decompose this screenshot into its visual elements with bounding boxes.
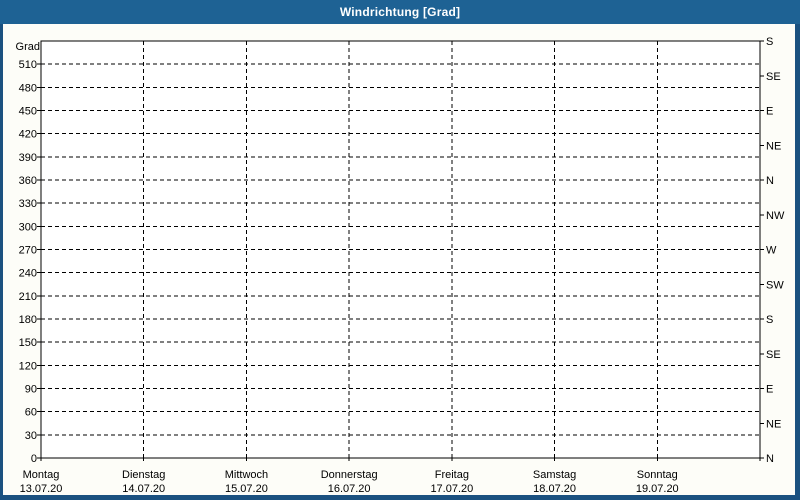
day-date-label: 18.07.20 (533, 483, 576, 495)
compass-tick-label: NW (766, 210, 785, 222)
compass-tick-label: SW (766, 279, 784, 291)
compass-tick-label: NE (766, 418, 781, 430)
y-tick-label: 120 (19, 360, 37, 372)
y-tick-label: 360 (19, 175, 37, 187)
y-tick-label: 450 (19, 106, 37, 118)
day-name-label: Dienstag (122, 469, 165, 481)
y-tick-label: 420 (19, 129, 37, 141)
y-tick-label: 390 (19, 152, 37, 164)
day-name-label: Mittwoch (225, 469, 268, 481)
day-date-label: 15.07.20 (225, 483, 268, 495)
compass-tick-label: E (766, 384, 773, 396)
compass-tick-label: SE (766, 71, 781, 83)
y-tick-label: 480 (19, 82, 37, 94)
compass-tick-label: N (766, 175, 774, 187)
compass-tick-label: E (766, 106, 773, 118)
day-name-label: Sonntag (637, 469, 678, 481)
y-tick-label: 330 (19, 198, 37, 210)
y-tick-label: 0 (31, 453, 37, 465)
day-name-label: Freitag (435, 469, 469, 481)
day-date-label: 14.07.20 (122, 483, 165, 495)
y-tick-label: 150 (19, 337, 37, 349)
y-tick-label: 240 (19, 268, 37, 280)
compass-tick-label: S (766, 36, 773, 48)
day-date-label: 13.07.20 (20, 483, 63, 495)
compass-tick-label: SE (766, 349, 781, 361)
wind-direction-chart: Grad510480450420390360330300270240210180… (16, 36, 785, 495)
y-tick-label: 300 (19, 221, 37, 233)
day-date-label: 16.07.20 (328, 483, 371, 495)
compass-tick-label: S (766, 314, 773, 326)
y-tick-label: 510 (19, 59, 37, 71)
day-date-label: 17.07.20 (430, 483, 473, 495)
day-date-label: 19.07.20 (636, 483, 679, 495)
day-name-label: Donnerstag (321, 469, 378, 481)
y-tick-label: 180 (19, 314, 37, 326)
compass-tick-label: W (766, 245, 777, 257)
y-tick-label: 90 (25, 384, 37, 396)
compass-tick-label: NE (766, 140, 781, 152)
y-tick-label: 30 (25, 430, 37, 442)
chart-window: Windrichtung [Grad] Grad 510 480 450 420 390 3… (0, 0, 800, 500)
day-name-label: Samstag (533, 469, 576, 481)
y-tick-label: 270 (19, 245, 37, 257)
y-axis-unit-label: Grad (16, 41, 40, 53)
compass-tick-label: N (766, 453, 774, 465)
y-tick-label: 60 (25, 407, 37, 419)
y-tick-label: 210 (19, 291, 37, 303)
chart-title-bar: Windrichtung [Grad] (0, 0, 800, 24)
chart-title: Windrichtung [Grad] (339, 5, 461, 19)
chart-panel: Grad 510 480 450 420 390 360 330 300 270 240 210 180… (3, 24, 795, 495)
day-name-label: Montag (23, 469, 60, 481)
